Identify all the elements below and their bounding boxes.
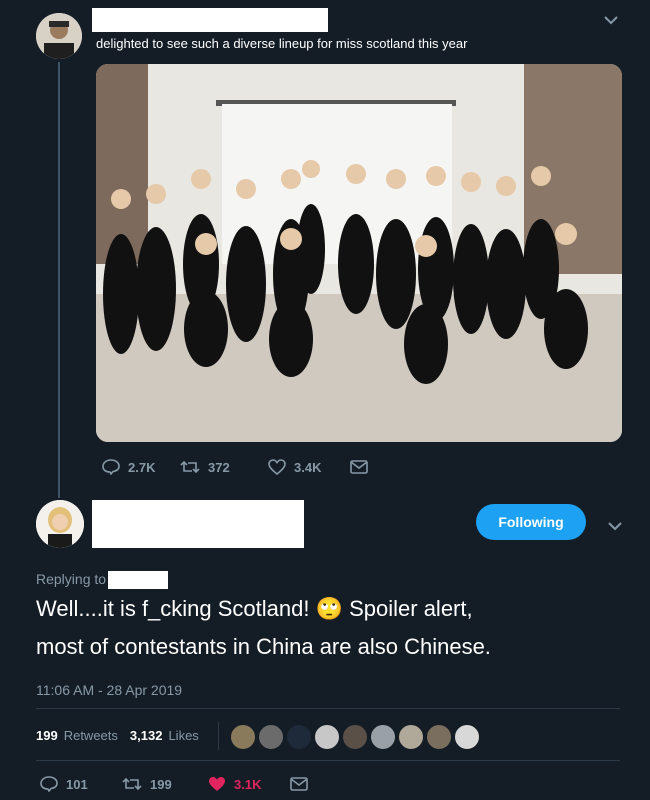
stats-vertical-divider — [218, 722, 219, 750]
like-action[interactable]: 3.1K — [208, 776, 261, 792]
retweets-label[interactable]: Retweets — [64, 728, 118, 743]
reply-count: 2.7K — [128, 459, 156, 475]
reply-count: 101 — [66, 776, 88, 792]
timestamp[interactable]: 11:06 AM - 28 Apr 2019 — [36, 682, 182, 698]
author-avatar[interactable] — [36, 13, 82, 59]
stats-divider-bottom — [36, 760, 620, 761]
reply-icon — [102, 459, 120, 475]
reply-author-avatar[interactable] — [36, 500, 84, 548]
redacted-username — [92, 8, 328, 32]
retweet-icon — [122, 776, 142, 792]
liker-avatar[interactable] — [230, 724, 256, 750]
likes-number[interactable]: 3,132 — [130, 728, 163, 743]
message-icon — [350, 459, 368, 475]
stats-divider-top — [36, 708, 620, 709]
reply-icon — [40, 776, 58, 792]
liker-avatar[interactable] — [314, 724, 340, 750]
retweet-action[interactable]: 199 — [122, 776, 172, 792]
thread-line — [58, 62, 60, 498]
reply-action[interactable]: 2.7K — [102, 459, 155, 475]
liker-avatars[interactable] — [230, 724, 482, 750]
message-icon — [290, 776, 308, 792]
liker-avatar[interactable] — [454, 724, 480, 750]
redacted-replying-to-handle[interactable] — [108, 571, 168, 589]
tweet-text: delighted to see such a diverse lineup f… — [96, 36, 468, 51]
message-action[interactable] — [350, 459, 368, 475]
replying-to-label: Replying to — [36, 571, 107, 587]
redacted-reply-username — [92, 500, 304, 548]
reply-action[interactable]: 101 — [40, 776, 88, 792]
heart-icon — [268, 459, 286, 475]
retweet-action[interactable]: 372 — [180, 459, 230, 475]
tweet-photo[interactable] — [96, 64, 622, 442]
liker-avatar[interactable] — [258, 724, 284, 750]
engagement-stats: 199 Retweets 3,132 Likes — [36, 728, 199, 743]
like-action[interactable]: 3.4K — [268, 459, 321, 475]
chevron-down-icon[interactable] — [608, 518, 622, 534]
liker-avatar[interactable] — [426, 724, 452, 750]
liker-avatar[interactable] — [342, 724, 368, 750]
message-action[interactable] — [290, 776, 308, 792]
liker-avatar[interactable] — [286, 724, 312, 750]
retweet-icon — [180, 459, 200, 475]
retweet-count: 372 — [208, 459, 230, 475]
chevron-down-icon[interactable] — [604, 12, 618, 28]
retweets-number[interactable]: 199 — [36, 728, 58, 743]
reply-text-line-1: Well....it is f_cking Scotland! 🙄 Spoile… — [36, 596, 473, 621]
reply-text-line-2: most of contestants in China are also Ch… — [36, 634, 491, 659]
retweet-count: 199 — [150, 776, 172, 792]
liker-avatar[interactable] — [370, 724, 396, 750]
following-button[interactable]: Following — [476, 504, 586, 540]
like-count: 3.4K — [294, 459, 322, 475]
likes-label[interactable]: Likes — [168, 728, 198, 743]
like-count: 3.1K — [234, 776, 262, 792]
liker-avatar[interactable] — [398, 724, 424, 750]
heart-icon — [208, 776, 226, 792]
